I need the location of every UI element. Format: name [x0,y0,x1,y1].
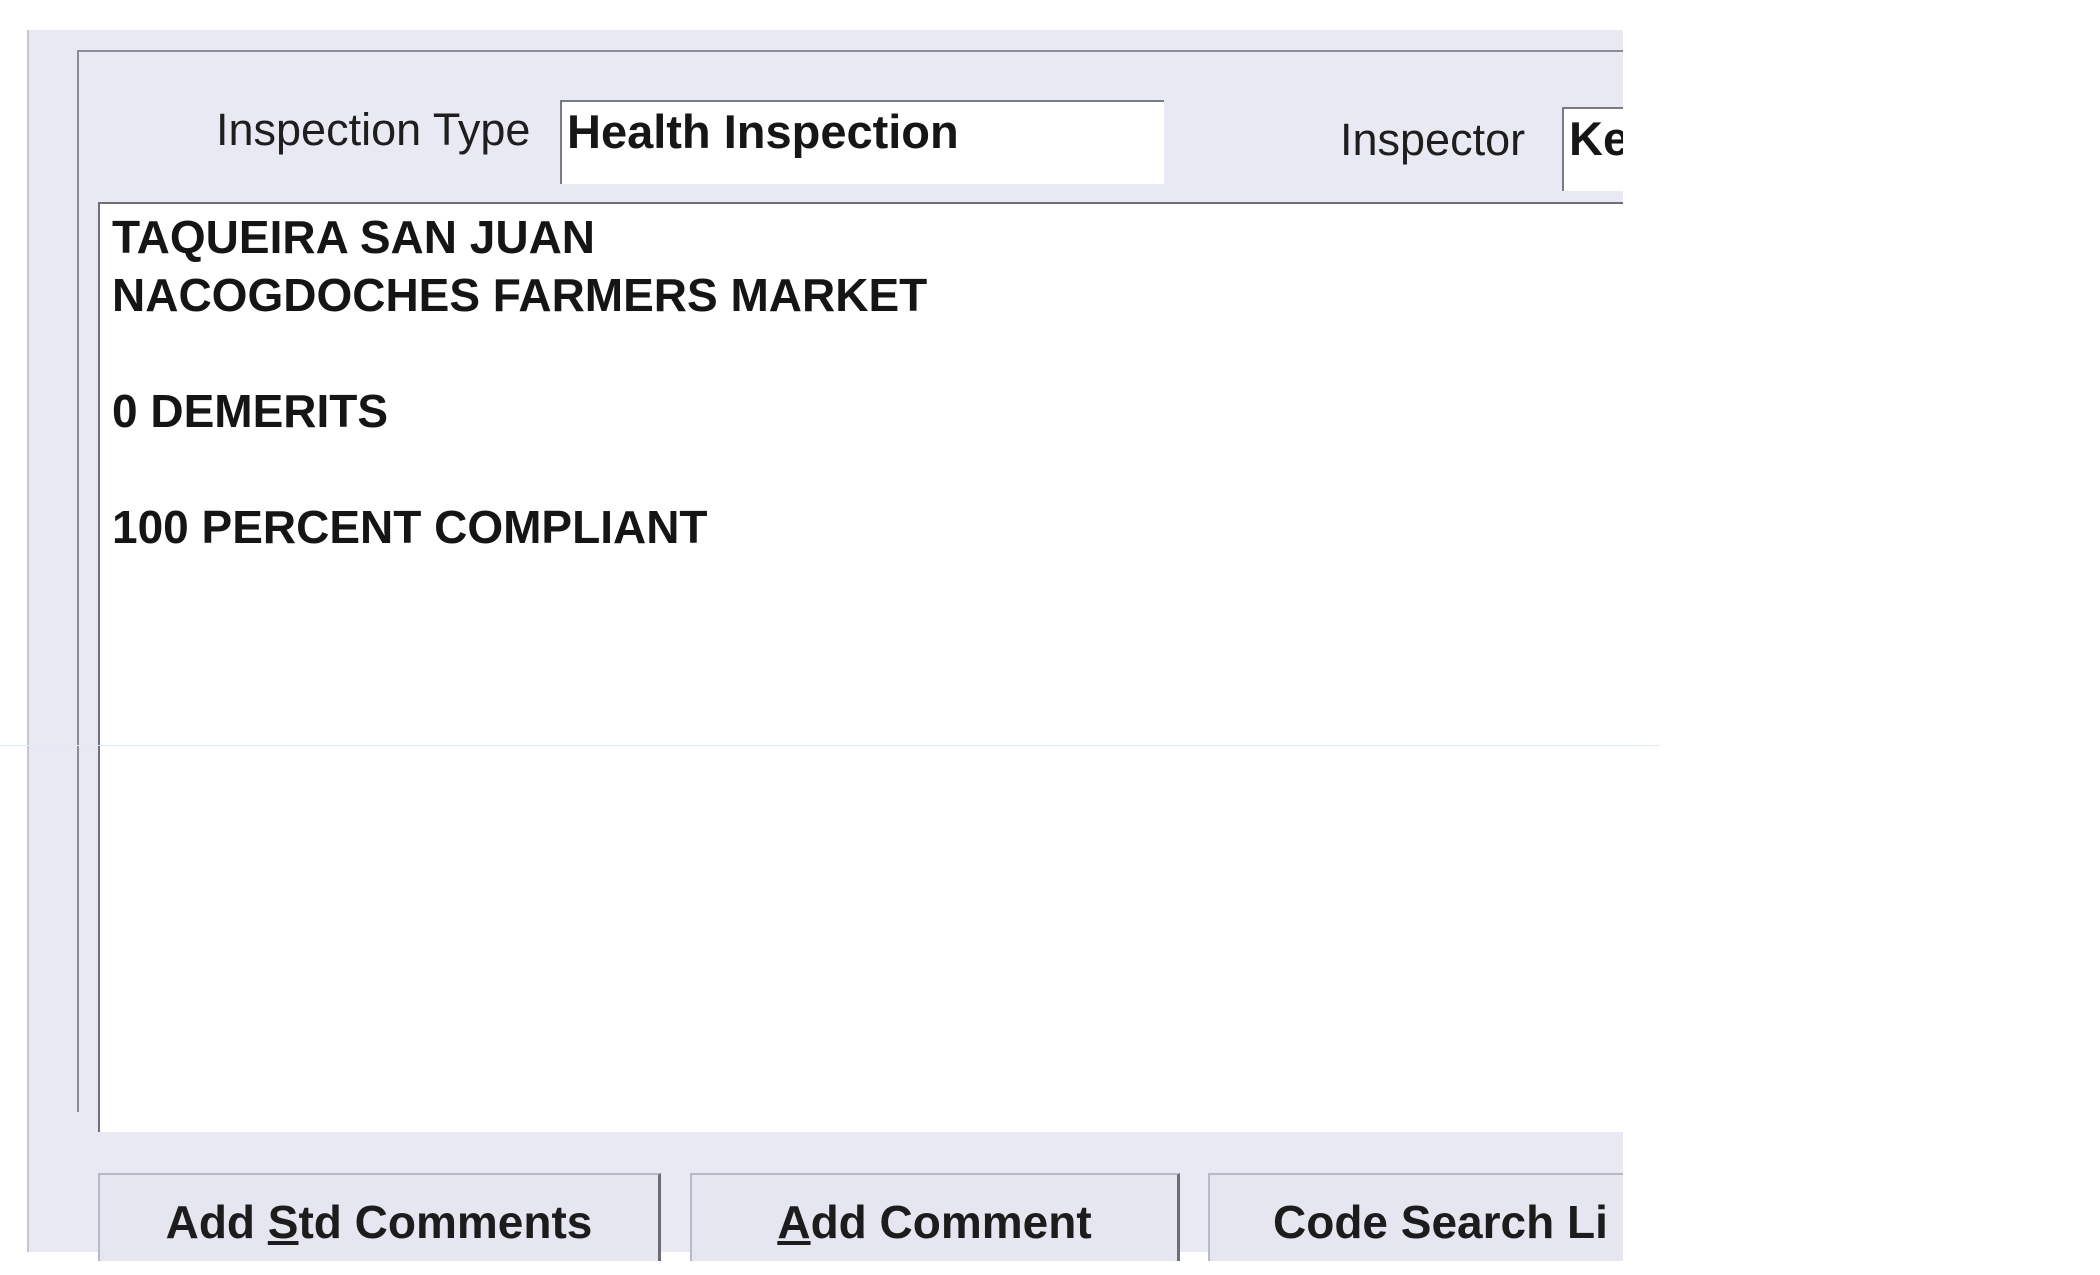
comment-line: NACOGDOCHES FARMERS MARKET [112,269,928,321]
comment-line: TAQUEIRA SAN JUAN [112,211,596,263]
comment-line [112,440,1623,498]
comments-textarea[interactable]: TAQUEIRA SAN JUAN NACOGDOCHES FARMERS MA… [98,202,1623,1132]
button-access-key: A [777,1196,811,1248]
inspection-type-field[interactable]: Health Inspection [560,100,1164,184]
code-search-button[interactable]: Code Search Li [1208,1173,1623,1261]
button-label-suffix: td Comments [298,1196,593,1248]
inspector-label: Inspector [1340,114,1526,165]
inspector-field[interactable]: Ke [1562,107,1623,191]
comment-line: 100 PERCENT COMPLIANT [112,501,708,553]
add-comment-button[interactable]: Add Comment [690,1173,1180,1261]
button-label: Code Search Li [1273,1196,1608,1248]
add-std-comments-button[interactable]: Add Std Comments [98,1173,661,1261]
inspection-type-label: Inspection Type [216,104,531,155]
button-access-key: S [267,1196,299,1248]
scan-artifact-line [0,745,1660,746]
button-label-suffix: dd Comment [810,1196,1092,1248]
comment-line: 0 DEMERITS [112,385,389,437]
page-margin [1623,0,2100,1275]
comment-line [112,324,1623,382]
button-label-prefix: Add [165,1196,268,1248]
